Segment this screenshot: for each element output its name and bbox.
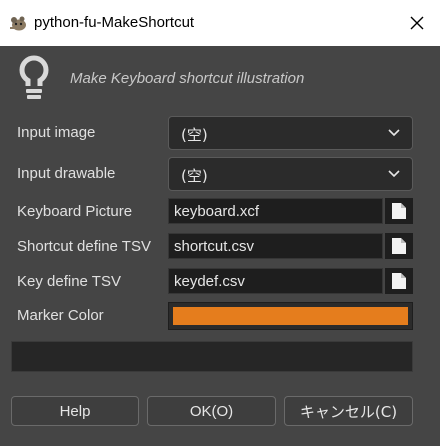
help-button[interactable]: Help xyxy=(11,396,139,426)
marker-color-button[interactable] xyxy=(168,302,413,330)
input-drawable-label: Input drawable xyxy=(17,165,116,182)
chevron-down-icon xyxy=(388,170,400,178)
close-icon xyxy=(410,16,424,30)
shortcut-define-field[interactable]: shortcut.csv xyxy=(168,233,383,259)
cancel-button[interactable]: キャンセル(C) xyxy=(284,396,413,426)
chevron-down-icon xyxy=(388,129,400,137)
gimp-icon xyxy=(10,16,26,31)
help-button-label: Help xyxy=(59,402,91,420)
input-image-value: (空) xyxy=(181,126,208,144)
plugin-description: Make Keyboard shortcut illustration xyxy=(70,70,305,87)
shortcut-define-label: Shortcut define TSV xyxy=(17,238,151,255)
file-icon xyxy=(392,273,406,289)
ok-button-label: OK(O) xyxy=(189,402,234,420)
shortcut-define-browse-button[interactable] xyxy=(385,233,413,259)
close-button[interactable] xyxy=(394,0,440,46)
key-define-label: Key define TSV xyxy=(17,273,121,290)
marker-color-swatch xyxy=(173,307,408,325)
ok-button[interactable]: OK(O) xyxy=(147,396,276,426)
keyboard-picture-browse-button[interactable] xyxy=(385,198,413,224)
lightbulb-icon xyxy=(19,55,49,99)
progress-bar xyxy=(11,341,413,372)
title-bar: python-fu-MakeShortcut xyxy=(0,0,440,46)
keyboard-picture-label: Keyboard Picture xyxy=(17,203,133,220)
window-title: python-fu-MakeShortcut xyxy=(34,14,195,31)
cancel-button-label: キャンセル(C) xyxy=(299,402,398,421)
key-define-browse-button[interactable] xyxy=(385,268,413,294)
keyboard-picture-value: keyboard.xcf xyxy=(174,203,260,220)
input-image-combo[interactable]: (空) xyxy=(168,116,413,150)
input-drawable-value: (空) xyxy=(181,167,208,185)
input-image-label: Input image xyxy=(17,124,96,141)
input-drawable-combo[interactable]: (空) xyxy=(168,157,413,191)
marker-color-label: Marker Color xyxy=(17,307,104,324)
key-define-value: keydef.csv xyxy=(174,273,245,290)
shortcut-define-value: shortcut.csv xyxy=(174,238,255,255)
file-icon xyxy=(392,203,406,219)
keyboard-picture-field[interactable]: keyboard.xcf xyxy=(168,198,383,224)
file-icon xyxy=(392,238,406,254)
key-define-field[interactable]: keydef.csv xyxy=(168,268,383,294)
